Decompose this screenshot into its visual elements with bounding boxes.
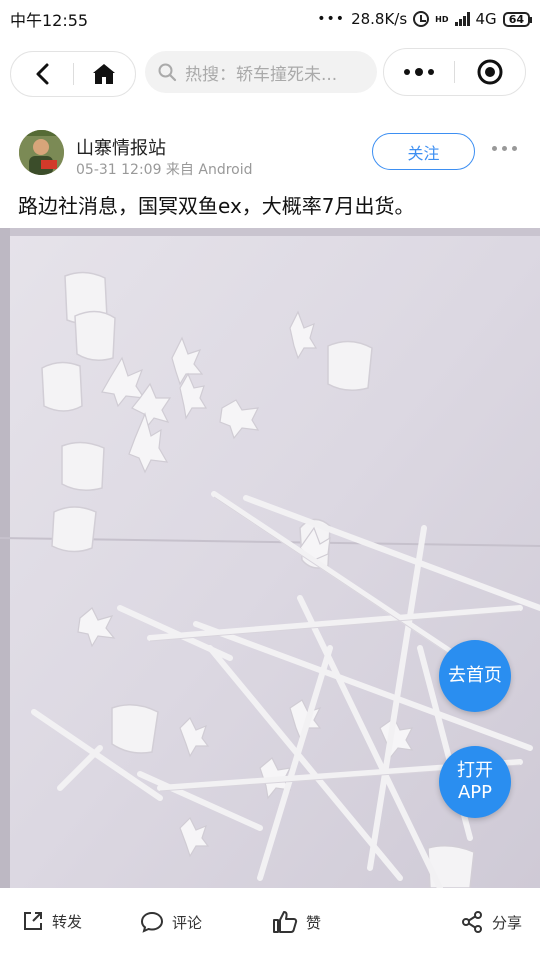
like-button[interactable]: 赞	[272, 910, 321, 934]
target-icon	[477, 59, 503, 85]
go-home-float-button[interactable]: 去首页	[439, 640, 511, 712]
close-miniapp-button[interactable]	[455, 48, 525, 96]
post-text: 路边社消息，国冥双鱼ex，大概率7月出货。	[18, 194, 415, 218]
nav-bar: 热搜：轿车撞死未...	[0, 44, 540, 102]
repost-button[interactable]: 转发	[22, 910, 82, 932]
search-placeholder: 热搜：轿车撞死未...	[185, 64, 338, 85]
comment-button[interactable]: 评论	[140, 910, 202, 934]
post-meta: 05-31 12:09 来自 Android	[76, 162, 253, 178]
share-button[interactable]: 分享	[460, 910, 522, 934]
search-input[interactable]: 热搜：轿车撞死未...	[145, 51, 377, 93]
network-type: 4G	[475, 10, 497, 28]
notification-dots-icon: •••	[317, 11, 346, 27]
share-label: 分享	[492, 913, 523, 932]
repost-label: 转发	[52, 912, 83, 931]
home-icon	[93, 64, 116, 84]
post-header: 山寨情报站 05-31 12:09 来自 Android 关注	[0, 124, 540, 184]
status-bar: 中午12:55 ••• 28.8K/s HD 4G 64	[0, 0, 540, 38]
signal-icon	[454, 12, 470, 26]
follow-button[interactable]: 关注	[372, 133, 475, 170]
go-home-label: 去首页	[448, 665, 502, 686]
search-icon	[158, 63, 177, 82]
like-label: 赞	[306, 913, 322, 932]
status-time: 中午12:55	[10, 11, 89, 30]
status-indicators: ••• 28.8K/s HD 4G 64	[317, 10, 533, 28]
like-icon	[273, 911, 298, 933]
back-button[interactable]	[11, 51, 73, 97]
avatar[interactable]	[19, 130, 64, 175]
home-button[interactable]	[73, 51, 135, 97]
avatar-image	[19, 130, 64, 175]
open-app-float-button[interactable]: 打开 APP	[439, 746, 511, 818]
comment-label: 评论	[172, 913, 203, 932]
open-app-label-line2: APP	[457, 782, 493, 803]
author-name[interactable]: 山寨情报站	[76, 134, 166, 160]
nav-left-capsule	[10, 51, 136, 97]
comment-icon	[140, 911, 164, 933]
bottom-action-bar: 转发 评论 赞 分享	[0, 890, 540, 960]
open-app-label-line1: 打开	[457, 760, 493, 781]
share-icon	[462, 911, 482, 933]
hd-label: HD	[435, 14, 449, 24]
network-speed: 28.8K/s	[351, 10, 408, 28]
more-button[interactable]	[384, 48, 454, 96]
nav-right-capsule	[383, 48, 526, 96]
back-arrow-icon	[36, 63, 49, 85]
alarm-icon	[413, 11, 430, 27]
battery-icon: 64	[502, 11, 533, 27]
post-more-icon[interactable]	[492, 146, 517, 151]
battery-level: 64	[508, 12, 524, 26]
repost-icon	[24, 912, 42, 930]
more-icon	[404, 68, 434, 76]
